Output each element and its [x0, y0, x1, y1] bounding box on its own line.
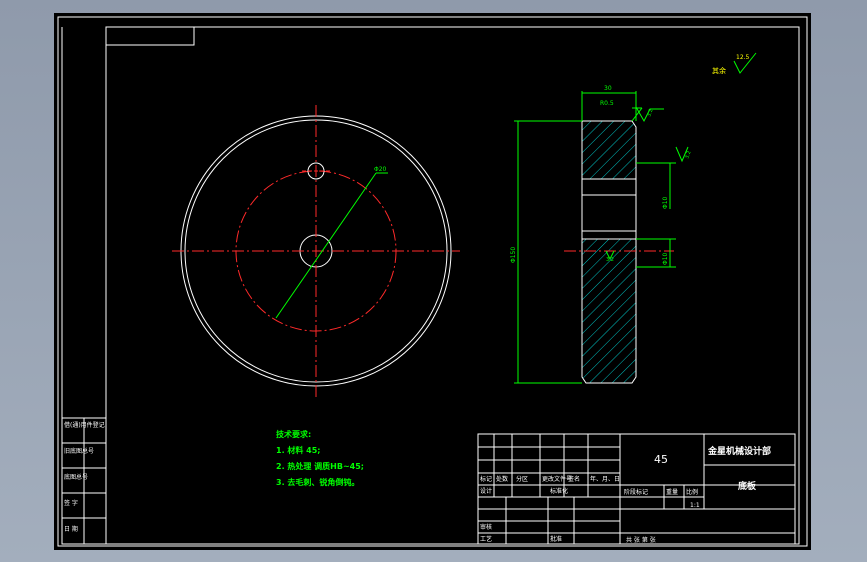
section-hole-band: [581, 178, 637, 240]
diameter-label: Φ20: [374, 166, 387, 173]
side-strip-item: 日 期: [64, 525, 78, 533]
roughness-symbol-text: 其余: [712, 66, 726, 75]
ratio-label: 比例: [686, 488, 698, 496]
weight-label: 重量: [666, 488, 678, 496]
sheet-label: 共 张 第 张: [626, 536, 656, 544]
dim-thickness: 30: [604, 85, 612, 92]
dim-chamfer: R0.5: [600, 100, 614, 107]
roughness-symbol-value: 12.5: [736, 54, 750, 61]
notes-item: 1. 材料 45;: [276, 445, 321, 455]
section-upper-hatch: [581, 120, 637, 180]
count-label: 处数: [496, 475, 508, 483]
roughness-mark-2-value: 3.2: [684, 150, 692, 160]
side-strip-item: 签 字: [64, 499, 78, 507]
notes-item: 2. 热处理 调质HB~45;: [276, 461, 364, 471]
cad-canvas: 借(通)用件登记 旧底图总号 底图总号 签 字 日 期 Φ20 Φ150 30 …: [54, 13, 811, 550]
stage-label: 阶段标记: [624, 488, 648, 496]
design-label: 设计: [480, 487, 492, 495]
section-view: Φ150 30 R0.5 Φ10 Φ10 3.2 3.2 3.2: [510, 85, 693, 384]
inner-border: [105, 26, 800, 545]
diameter-leader: [275, 172, 377, 319]
roughness-mark-3-value: 3.2: [606, 257, 614, 263]
notes-item: 3. 去毛刺、锐角倒钝。: [276, 477, 359, 487]
general-roughness: 其余 12.5: [712, 52, 757, 75]
outer-border: [57, 16, 808, 547]
notes-heading: 技术要求:: [276, 429, 311, 439]
material-value: 45: [654, 453, 668, 466]
scale-value: 1:1: [690, 502, 700, 509]
side-strip-item: 借(通)用件登记: [64, 421, 105, 429]
side-strip-item: 底图总号: [64, 473, 88, 481]
company-name: 金星机械设计部: [707, 445, 771, 457]
dim-side-1: Φ10: [662, 196, 669, 209]
code-box: [105, 26, 195, 46]
part-name: 底板: [738, 480, 757, 492]
standard-label: 标准化: [550, 487, 568, 495]
process-label: 工艺: [480, 535, 492, 543]
drawing-sheet: 借(通)用件登记 旧底图总号 底图总号 签 字 日 期 Φ20 Φ150 30 …: [57, 16, 808, 547]
sign-label: 签名: [568, 475, 580, 483]
front-view: Φ20: [172, 105, 460, 397]
zone-label: 分区: [516, 475, 528, 483]
dim-diameter-main: Φ150: [510, 247, 517, 263]
mark-label: 标记: [480, 475, 492, 483]
roughness-mark-1-value: 3.2: [646, 108, 654, 118]
date-label: 年、月、日: [590, 475, 620, 483]
review-label: 审核: [480, 523, 492, 531]
dim-side-2: Φ10: [662, 252, 669, 265]
approve-label: 批准: [550, 535, 562, 543]
technical-notes: 技术要求: 1. 材料 45; 2. 热处理 调质HB~45; 3. 去毛刺、锐…: [276, 429, 364, 487]
side-strip-item: 旧底图总号: [64, 447, 94, 455]
